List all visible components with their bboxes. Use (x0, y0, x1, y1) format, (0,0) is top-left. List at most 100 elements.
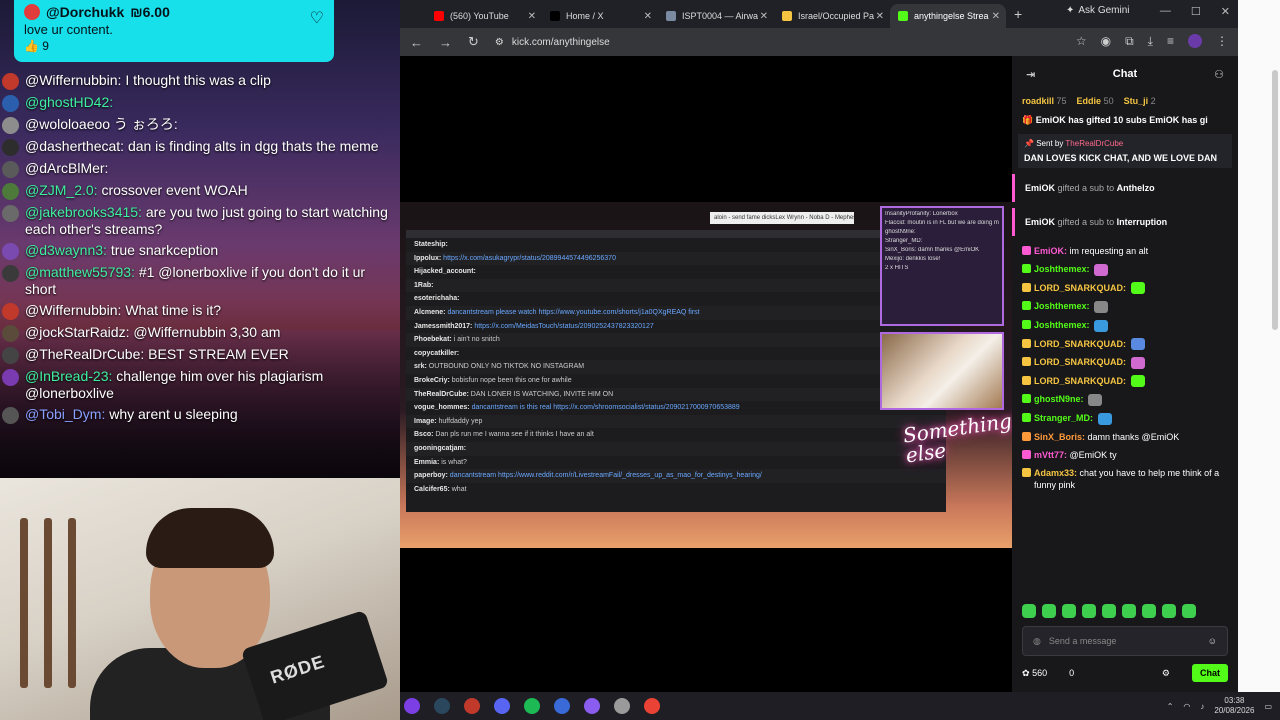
chrome-icon[interactable] (644, 698, 660, 714)
user-badge (1022, 282, 1031, 292)
settings-icon[interactable]: ⚙ (1162, 668, 1170, 679)
video-player[interactable]: aloin - send fame dicksLex Wrynn - Noba … (400, 56, 1013, 692)
chat-avatar (2, 303, 19, 320)
discord-icon[interactable] (494, 698, 510, 714)
minimize-button[interactable]: — (1160, 5, 1171, 18)
puzzle-icon[interactable]: ⧉ (1125, 34, 1134, 49)
volume-icon[interactable]: ♪ (1200, 702, 1204, 711)
kick-username[interactable]: Joshthemex: (1034, 301, 1090, 311)
leader-count: 2 (1150, 96, 1156, 106)
chat-input[interactable]: ◍ Send a message ☺ (1022, 626, 1228, 656)
tray-chevron-icon[interactable]: ⌃ (1167, 702, 1174, 711)
gift-banner: 🎁 EmiOK has gifted 10 subs EmiOK has gi (1012, 110, 1238, 130)
emoji-icon[interactable]: ☺ (1208, 636, 1217, 646)
kick-username[interactable]: mVtt77: (1034, 450, 1067, 460)
media-icon[interactable]: ≡ (1167, 34, 1174, 49)
browser-tab[interactable]: anythingelse Strea ✕ (890, 4, 1006, 28)
close-tab-icon[interactable]: ✕ (876, 11, 884, 22)
chat-username: @Wiffernubbin: (25, 302, 122, 318)
emote (1094, 263, 1109, 276)
maximize-button[interactable]: ☐ (1191, 5, 1201, 18)
emote-9[interactable] (1182, 604, 1196, 618)
app-icon-6[interactable] (554, 698, 570, 714)
spotify-icon[interactable] (524, 698, 540, 714)
notification-icon[interactable]: ▭ (1264, 702, 1272, 711)
kick-message-text: damn thanks @EmiOK (1087, 431, 1180, 442)
leaderboard-entry[interactable]: Stu_ji 2 (1124, 96, 1156, 106)
download-icon[interactable]: ⤓ (1148, 34, 1153, 49)
browser-tab[interactable]: ISPT0004 — Airwa ✕ (658, 4, 774, 28)
emote-1[interactable] (1022, 604, 1036, 618)
emote-6[interactable] (1122, 604, 1136, 618)
ask-gemini-button[interactable]: ✦ Ask Gemini (1066, 5, 1130, 16)
leader-name: Stu_ji (1123, 96, 1149, 106)
browser-tab[interactable]: (560) YouTube ✕ (426, 4, 542, 28)
wifi-icon[interactable]: ◠ (1183, 702, 1190, 711)
forward-icon[interactable]: → (439, 35, 452, 50)
emote-4[interactable] (1082, 604, 1096, 618)
leader-name: Eddie (1076, 96, 1102, 106)
chat-message: crossover event WOAH (101, 182, 248, 198)
emote (1094, 300, 1109, 313)
emote-3[interactable] (1062, 604, 1076, 618)
close-tab-icon[interactable]: ✕ (644, 11, 652, 22)
captured-user: gooningcatjam: (414, 444, 467, 452)
send-chat-button[interactable]: Chat (1192, 664, 1228, 682)
scrollbar[interactable] (1272, 70, 1278, 330)
close-tab-icon[interactable]: ✕ (992, 11, 1000, 22)
reload-icon[interactable]: ↻ (468, 34, 479, 50)
bookmark-star-icon[interactable]: ☆ (1076, 34, 1087, 49)
browser-tab[interactable]: Home / X ✕ (542, 4, 658, 28)
browser-tab[interactable]: Israel/Occupied Pa ✕ (774, 4, 890, 28)
obs-icon[interactable] (464, 698, 480, 714)
app-icon-7[interactable] (584, 698, 600, 714)
collapse-chat-icon[interactable]: ⇥ (1026, 68, 1035, 81)
emote-5[interactable] (1102, 604, 1116, 618)
emote (1130, 356, 1145, 369)
heart-icon[interactable]: ♡ (310, 8, 324, 28)
stream-chat-line: @dasherthecat: dan is finding alts in dg… (2, 138, 398, 156)
captured-text: Dan pls run me I wanna see if it thinks … (435, 431, 594, 439)
url-text[interactable]: kick.com/anythingelse (512, 37, 610, 48)
profile-avatar[interactable] (1188, 34, 1202, 48)
close-window-button[interactable]: ✕ (1221, 5, 1230, 18)
guitar-2 (44, 518, 52, 688)
clock[interactable]: 03:38 20/08/2026 (1214, 696, 1254, 716)
new-tab-button[interactable]: + (1014, 6, 1022, 22)
chat-users-icon[interactable]: ⚇ (1214, 68, 1224, 81)
kick-username[interactable]: LORD_SNARKQUAD: (1034, 376, 1126, 386)
app-icon-8[interactable] (614, 698, 630, 714)
leaderboard-entry[interactable]: Eddie 50 (1077, 96, 1114, 106)
message-body: Adamx33: chat you have to help me think … (1034, 467, 1228, 491)
captured-user: vogue_hommes: (414, 404, 470, 412)
message-body: ghostN9ne: (1034, 393, 1103, 406)
kick-username[interactable]: EmiOK: (1034, 246, 1067, 256)
address-bar[interactable]: ⚙ kick.com/anythingelse (495, 37, 610, 48)
kick-username[interactable]: LORD_SNARKQUAD: (1034, 339, 1126, 349)
emote-8[interactable] (1162, 604, 1176, 618)
app-icon-1[interactable] (404, 698, 420, 714)
kick-username[interactable]: Joshthemex: (1034, 320, 1090, 330)
chat-avatar (2, 369, 19, 386)
sent-by-label: Sent by (1036, 139, 1064, 148)
captured-user: BrokeCriy: (414, 376, 450, 384)
close-tab-icon[interactable]: ✕ (760, 11, 768, 22)
back-icon[interactable]: ← (410, 35, 423, 50)
steam-icon[interactable] (434, 698, 450, 714)
tab-label: (560) YouTube (450, 11, 509, 21)
kick-username[interactable]: Joshthemex: (1034, 264, 1090, 274)
kick-username[interactable]: LORD_SNARKQUAD: (1034, 283, 1126, 293)
emote-7[interactable] (1142, 604, 1156, 618)
extension-icon[interactable]: ◉ (1101, 34, 1111, 49)
emote-2[interactable] (1042, 604, 1056, 618)
close-tab-icon[interactable]: ✕ (528, 11, 536, 22)
site-info-icon[interactable]: ⚙ (495, 37, 504, 48)
kick-username[interactable]: ghostN9ne: (1034, 394, 1084, 404)
kick-username[interactable]: Stranger_MD: (1034, 413, 1093, 423)
kick-username[interactable]: SinX_Boris: (1034, 432, 1085, 442)
leaderboard-entry[interactable]: roadkill 75 (1022, 96, 1067, 106)
menu-icon[interactable]: ⋮ (1216, 34, 1228, 49)
kick-username[interactable]: Adamx33: (1034, 468, 1077, 478)
kick-username[interactable]: LORD_SNARKQUAD: (1034, 357, 1126, 367)
captured-text: huffdaddy yep (438, 417, 483, 425)
